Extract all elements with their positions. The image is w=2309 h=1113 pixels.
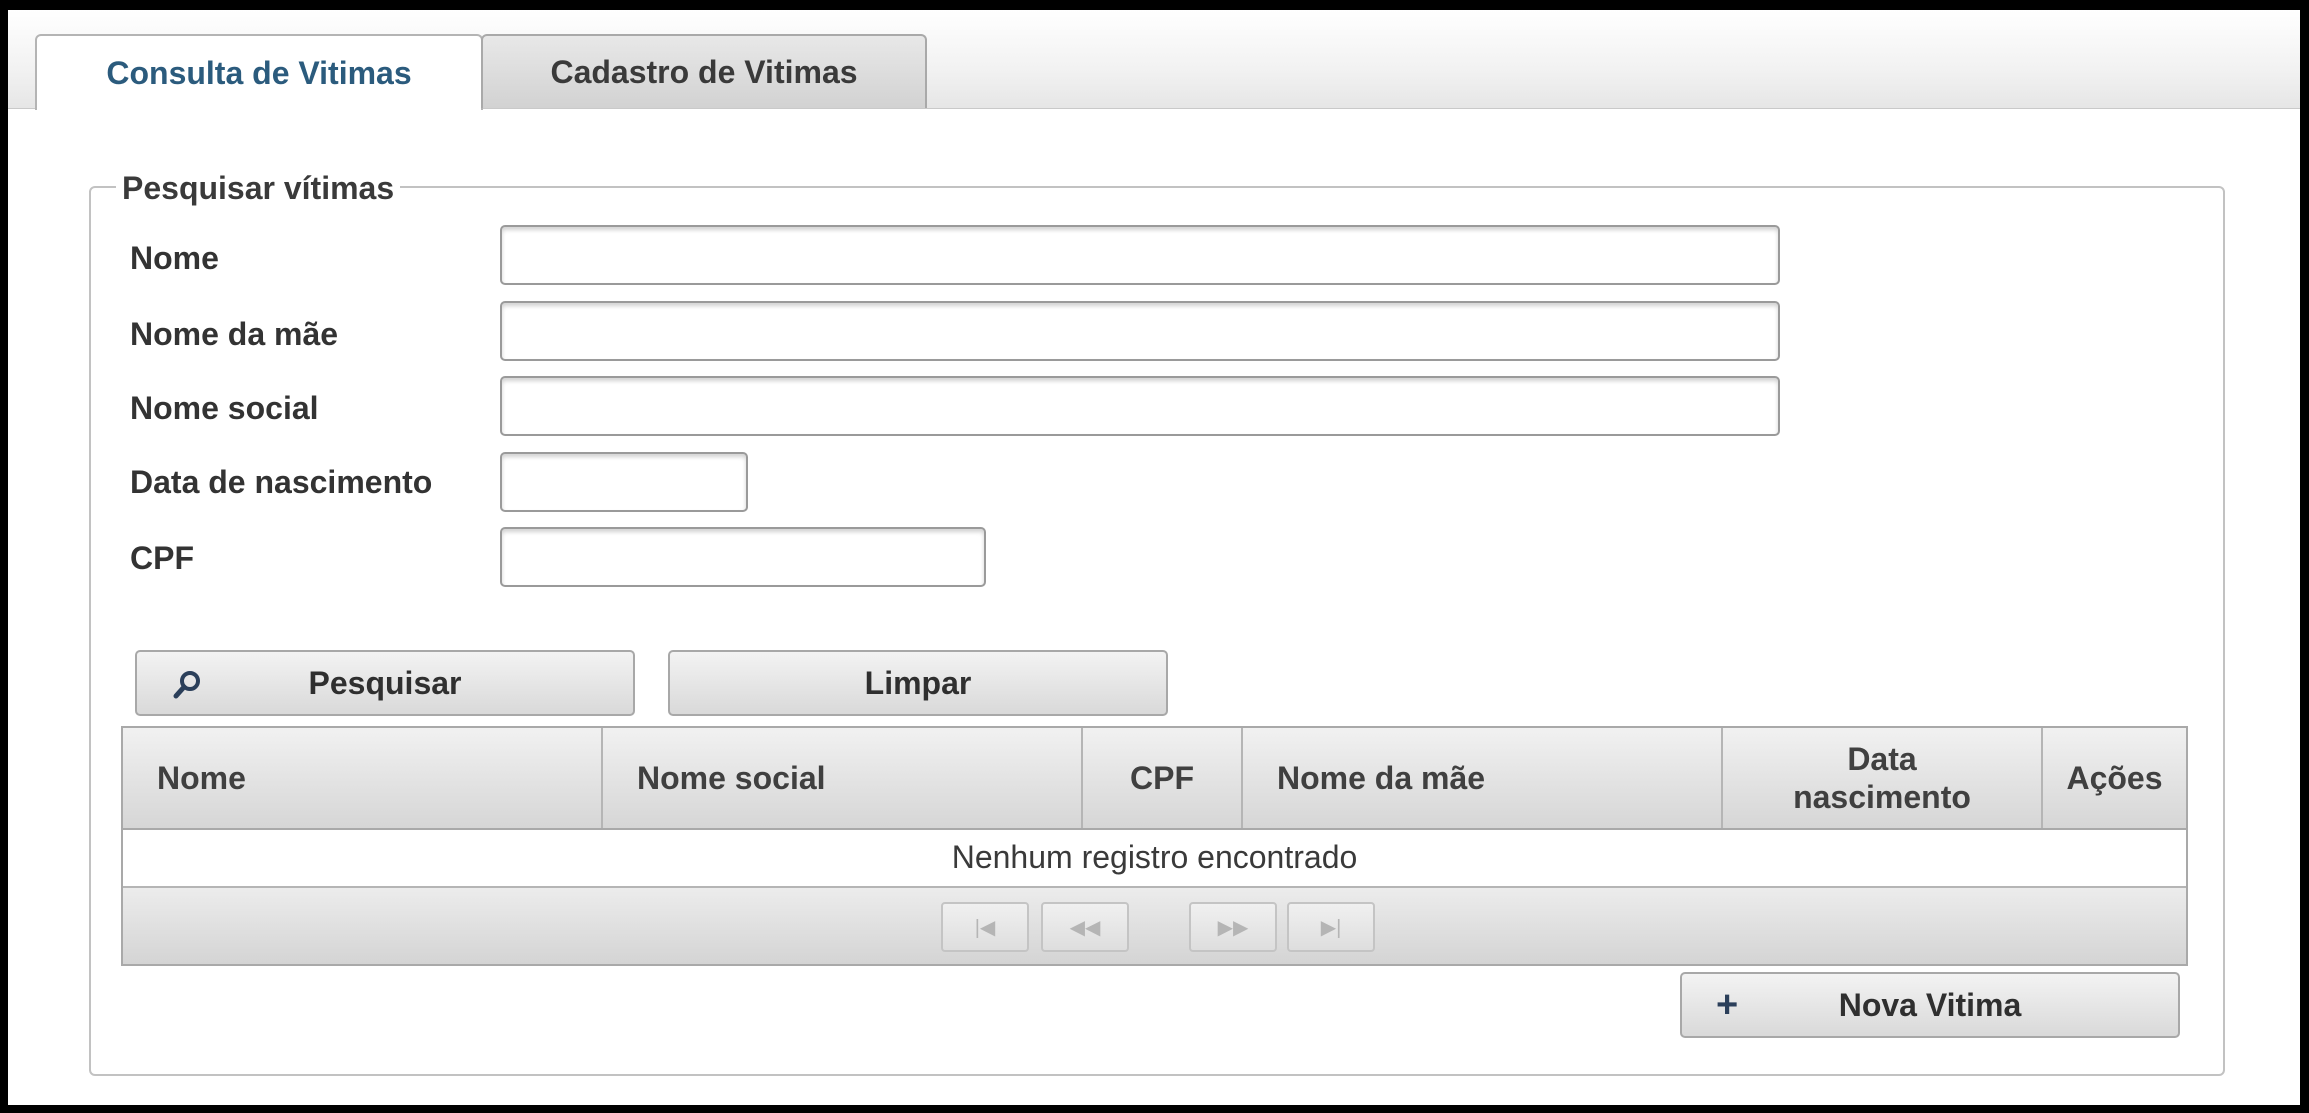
last-page-icon: ▶| (1320, 916, 1342, 939)
next-page-button[interactable]: ▶▶ (1189, 902, 1277, 952)
table-header: Nome Nome social CPF Nome da mãe Data na… (123, 728, 2186, 830)
tab-consulta-label: Consulta de Vitimas (106, 54, 412, 91)
nome-social-label: Nome social (130, 390, 319, 426)
empty-results-row: Nenhum registro encontrado (123, 828, 2186, 888)
first-page-icon: |◀ (974, 916, 996, 939)
results-table: Nome Nome social CPF Nome da mãe Data na… (121, 726, 2188, 966)
paginator: |◀ ◀◀ ▶▶ ▶| (123, 888, 2186, 964)
tab-cadastro-label: Cadastro de Vitimas (550, 53, 858, 90)
next-page-icon: ▶▶ (1217, 916, 1249, 939)
column-acoes-label: Ações (2066, 759, 2163, 796)
limpar-button[interactable]: Limpar (668, 650, 1168, 716)
limpar-label: Limpar (864, 664, 972, 701)
nome-input[interactable] (500, 225, 1780, 285)
nova-vitima-button[interactable]: + Nova Vitima (1680, 972, 2180, 1038)
pesquisar-label: Pesquisar (308, 664, 462, 701)
column-nome-social-label: Nome social (637, 759, 826, 796)
prev-page-button[interactable]: ◀◀ (1041, 902, 1129, 952)
column-nome-mae[interactable]: Nome da mãe (1243, 728, 1723, 828)
last-page-button[interactable]: ▶| (1287, 902, 1375, 952)
nome-label: Nome (130, 240, 219, 276)
nome-mae-label: Nome da mãe (130, 316, 339, 352)
tab-cadastro-vitimas[interactable]: Cadastro de Vitimas (481, 34, 927, 108)
data-nascimento-label: Data de nascimento (130, 464, 433, 500)
column-nome-mae-label: Nome da mãe (1277, 759, 1486, 796)
column-acoes: Ações (2043, 728, 2186, 828)
pesquisar-button[interactable]: Pesquisar (135, 650, 635, 716)
magnifier-icon (171, 668, 205, 710)
column-nome[interactable]: Nome (123, 728, 603, 828)
search-legend: Pesquisar vítimas (116, 170, 401, 207)
cpf-input[interactable] (500, 527, 986, 587)
nome-social-input[interactable] (500, 376, 1780, 436)
app-window: Consulta de Vitimas Cadastro de Vitimas … (8, 10, 2300, 1105)
column-nome-social[interactable]: Nome social (603, 728, 1083, 828)
nova-vitima-label: Nova Vitima (1838, 986, 2022, 1023)
column-data-label-line2: nascimento (1793, 779, 1971, 815)
empty-message: Nenhum registro encontrado (951, 838, 1358, 875)
prev-page-icon: ◀◀ (1069, 916, 1101, 939)
column-cpf-label: CPF (1130, 759, 1194, 796)
data-nascimento-input[interactable] (500, 452, 748, 512)
column-nome-label: Nome (157, 759, 246, 796)
column-cpf[interactable]: CPF (1083, 728, 1243, 828)
cpf-label: CPF (130, 540, 194, 576)
tab-consulta-vitimas[interactable]: Consulta de Vitimas (35, 34, 483, 110)
tab-bar: Consulta de Vitimas Cadastro de Vitimas (8, 10, 2300, 110)
nome-mae-input[interactable] (500, 301, 1780, 361)
first-page-button[interactable]: |◀ (941, 902, 1029, 952)
column-data-label-line1: Data (1847, 741, 1917, 777)
plus-icon: + (1716, 984, 1739, 1026)
column-data-nascimento[interactable]: Data nascimento (1723, 728, 2043, 828)
